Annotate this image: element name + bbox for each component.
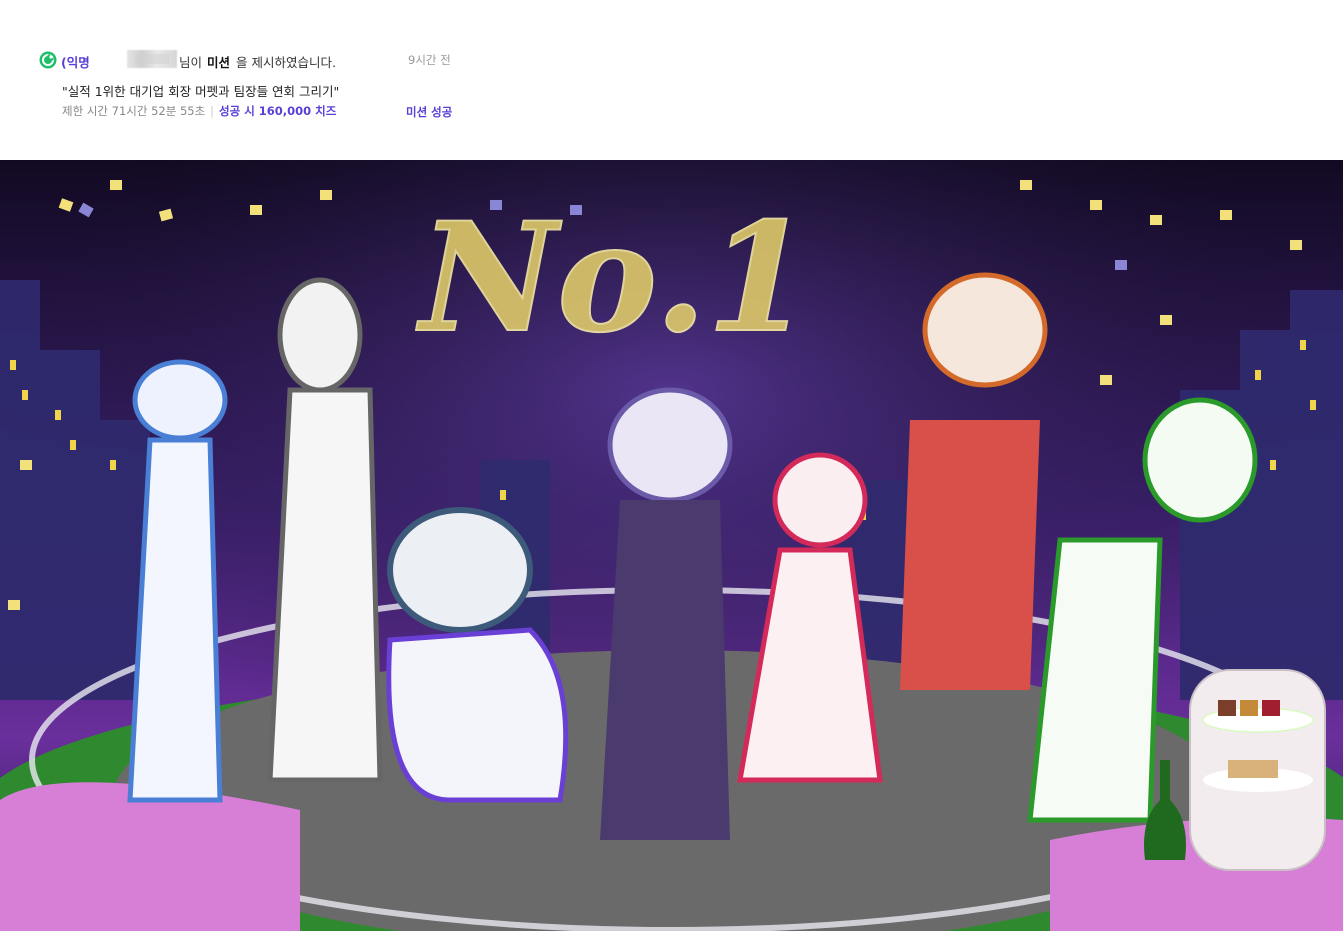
notice-subject-suffix: 님이 <box>179 55 203 70</box>
notice-action-rest: 을 제시하였습니다. <box>236 55 336 70</box>
svg-text:No.1: No.1 <box>416 190 811 366</box>
notice-action-bold: 미션 <box>207 55 231 70</box>
anonymous-user-label[interactable]: (익명 <box>61 52 90 71</box>
mission-status-badge: 미션 성공 <box>406 105 453 119</box>
cheese-badge-icon <box>39 51 57 69</box>
meta-divider: | <box>210 104 215 118</box>
mission-artwork: No.1 <box>0 160 1343 931</box>
pink-table-left <box>0 782 300 931</box>
timestamp: 9시간 전 <box>408 53 451 67</box>
artwork-illustration: No.1 <box>0 160 1343 931</box>
mission-title: "실적 1위한 대기업 회장 머펫과 팀장들 연회 그리기" <box>62 84 340 99</box>
blurred-username-detail <box>135 54 169 64</box>
time-limit: 제한 시간 71시간 52분 55초 <box>62 104 206 118</box>
character-purple <box>600 387 733 840</box>
no1-sparkle-text: No.1 <box>415 189 812 367</box>
reward-amount: 성공 시 160,000 치즈 <box>219 104 337 118</box>
mission-notice: (익명 님이 미션 을 제시하였습니다. 9시간 전 "실적 1위한 대기업 회… <box>0 0 1343 160</box>
notice-header: (익명 님이 미션 을 제시하였습니다. <box>39 50 459 70</box>
dessert-stand-photo <box>1189 669 1326 871</box>
mission-meta: 제한 시간 71시간 52분 55초 | 성공 시 160,000 치즈 <box>62 103 336 119</box>
